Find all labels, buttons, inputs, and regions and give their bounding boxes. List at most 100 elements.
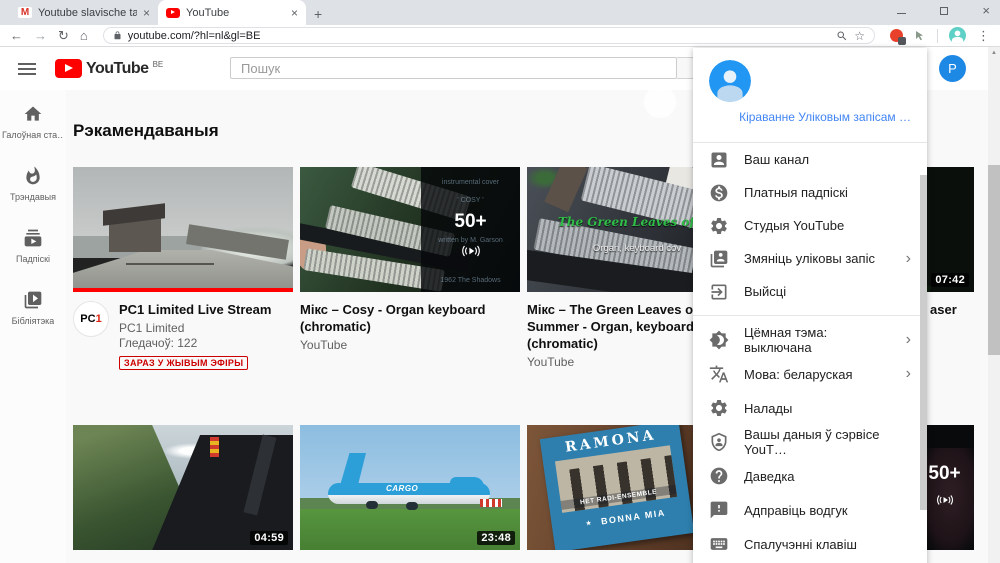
scroll-up-icon[interactable]: ▲ <box>988 47 1000 56</box>
menu-item-paid-memberships[interactable]: Платныя падпіскі <box>693 176 927 209</box>
video-card-jet[interactable]: 04:59 <box>73 425 293 550</box>
extension-cursor-icon[interactable] <box>914 30 926 42</box>
maximize-button[interactable] <box>940 7 948 15</box>
scene-layer <box>126 263 214 265</box>
lock-icon <box>113 30 122 41</box>
browser-profile-avatar[interactable] <box>949 27 966 44</box>
back-icon[interactable]: ← <box>10 29 23 43</box>
duration-badge: 07:42 <box>931 273 969 287</box>
menu-item-settings[interactable]: Налады <box>693 391 927 425</box>
menu-scrollbar-thumb[interactable] <box>920 175 927 510</box>
song-text: BONNA MIA <box>600 508 666 527</box>
thumbnail-cargo-plane[interactable]: CARGO 23:48 <box>300 425 520 550</box>
close-icon[interactable]: × <box>143 7 150 19</box>
scene-layer <box>366 501 378 509</box>
youtube-logo[interactable]: YouTube BE <box>55 59 163 78</box>
scene-layer <box>406 502 418 510</box>
browser-window: M Youtube slavische taal ? - paulja × Yo… <box>0 0 1000 563</box>
menu-item-youtube-studio[interactable]: Студыя YouTube <box>693 209 927 242</box>
channel-name[interactable]: YouTube <box>300 338 520 353</box>
window-close-button[interactable]: × <box>982 6 990 16</box>
manage-account-link[interactable]: Кіраванне Уліковым запісам … <box>709 110 911 124</box>
monetization-icon <box>709 183 729 203</box>
menu-item-label: Мова: беларуская <box>744 367 853 382</box>
url-text[interactable]: youtube.com/?hl=nl&gl=BE <box>128 30 830 42</box>
sidebar-label: Падпіскі <box>16 254 50 264</box>
browser-scrollbar[interactable]: ▲ <box>988 47 1000 563</box>
menu-item-label: Змяніць уліковы запіс <box>744 251 875 266</box>
minimize-button[interactable] <box>897 13 906 14</box>
thumbnail-organ-green[interactable]: instrumental cover ' COSY ' 50+ written … <box>300 167 520 292</box>
hamburger-menu-icon[interactable] <box>18 63 36 75</box>
home-icon <box>23 104 43 124</box>
menu-item-dark-theme[interactable]: Цёмная тэма: выключана › <box>693 323 927 357</box>
new-tab-button[interactable]: + <box>314 7 322 21</box>
youtube-wordmark: YouTube <box>86 60 149 78</box>
thumb-text: instrumental cover <box>421 179 520 186</box>
zoom-icon[interactable] <box>836 30 848 42</box>
sidebar-item-trending[interactable]: Трэндавыя <box>0 166 66 228</box>
menu-item-send-feedback[interactable]: Адправіць водгук <box>693 493 927 527</box>
tab-youtube[interactable]: YouTube × <box>158 0 306 25</box>
avatar-text: 1 <box>96 313 102 325</box>
menu-item-label: Спалучэнні клавіш <box>744 537 857 552</box>
thumb-text: ' COSY ' <box>421 197 520 204</box>
forward-icon[interactable]: → <box>34 29 47 43</box>
gmail-icon: M <box>18 7 32 18</box>
gear-icon <box>709 398 729 418</box>
tab-gmail[interactable]: M Youtube slavische taal ? - paulja × <box>10 0 158 25</box>
video-card-mix-cosy[interactable]: instrumental cover ' COSY ' 50+ written … <box>300 167 520 371</box>
mix-count: 50+ <box>421 211 520 233</box>
menu-item-sign-out[interactable]: Выйсці <box>693 275 927 308</box>
sidebar-item-subscriptions[interactable]: Падпіскі <box>0 228 66 290</box>
menu-item-label: Выйсці <box>744 284 786 299</box>
video-title-fragment[interactable]: aser <box>930 302 957 317</box>
video-title[interactable]: Мікс – Cosy - Organ keyboard (chromatic) <box>300 301 520 335</box>
person-icon <box>949 27 966 44</box>
subscriptions-icon <box>23 228 43 248</box>
sidebar-item-library[interactable]: Бібліятэка <box>0 290 66 352</box>
channel-avatar[interactable]: PC1 <box>73 301 109 337</box>
mix-playlist-icon <box>421 241 520 261</box>
channel-name[interactable]: PC1 Limited <box>119 321 271 336</box>
scene-layer <box>210 437 219 457</box>
tooltip-remnant <box>644 86 676 118</box>
tab-title: Youtube slavische taal ? - paulja <box>38 7 137 19</box>
menu-item-switch-account[interactable]: Змяніць уліковы запіс › <box>693 242 927 275</box>
menu-divider <box>693 315 927 316</box>
star-icon: ★ <box>585 520 594 528</box>
account-avatar[interactable]: P <box>939 55 966 82</box>
video-card-live-stream[interactable]: PC1 PC1 Limited Live Stream PC1 Limited … <box>73 167 293 371</box>
thumb-text: 1962 The Shadows <box>421 277 520 284</box>
thumbnail-pier-livestream[interactable] <box>73 167 293 292</box>
plane-cargo-text: CARGO <box>386 484 418 493</box>
menu-item-keyboard-shortcuts[interactable]: Спалучэнні клавіш <box>693 527 927 561</box>
menu-item-help[interactable]: Даведка <box>693 459 927 493</box>
youtube-favicon-icon <box>166 8 180 18</box>
youtube-play-icon <box>55 59 82 78</box>
close-icon[interactable]: × <box>291 7 298 19</box>
search-input[interactable] <box>230 57 677 79</box>
translate-icon <box>709 364 729 384</box>
shield-icon <box>709 432 729 452</box>
live-badge: ЗАРАЗ У ЖЫВЫМ ЭФІРЫ <box>119 356 248 370</box>
thumbnail-jet-cockpit[interactable]: 04:59 <box>73 425 293 550</box>
video-card-cargo-747[interactable]: CARGO 23:48 <box>300 425 520 550</box>
home-icon[interactable]: ⌂ <box>80 29 88 43</box>
menu-item-language[interactable]: Мова: беларуская › <box>693 357 927 391</box>
trending-icon <box>23 166 43 186</box>
address-bar[interactable]: youtube.com/?hl=nl&gl=BE ☆ <box>103 27 875 44</box>
extension-adblock-icon[interactable] <box>890 29 903 42</box>
menu-item-label: Адправіць водгук <box>744 503 848 518</box>
sidebar-item-home[interactable]: Галоўная ста… <box>0 104 66 166</box>
menu-item-your-data[interactable]: Вашы даныя ў сэрвісе YouT… <box>693 425 927 459</box>
video-title[interactable]: PC1 Limited Live Stream <box>119 301 271 318</box>
scene-layer <box>450 477 484 487</box>
account-menu-avatar <box>709 60 751 102</box>
browser-menu-icon[interactable]: ⋮ <box>977 28 990 44</box>
bookmark-star-icon[interactable]: ☆ <box>854 29 865 43</box>
scrollbar-thumb[interactable] <box>988 165 1000 355</box>
menu-item-your-channel[interactable]: Ваш канал <box>693 143 927 176</box>
reload-icon[interactable]: ↻ <box>58 29 69 43</box>
sidebar-label: Галоўная ста… <box>2 130 64 140</box>
